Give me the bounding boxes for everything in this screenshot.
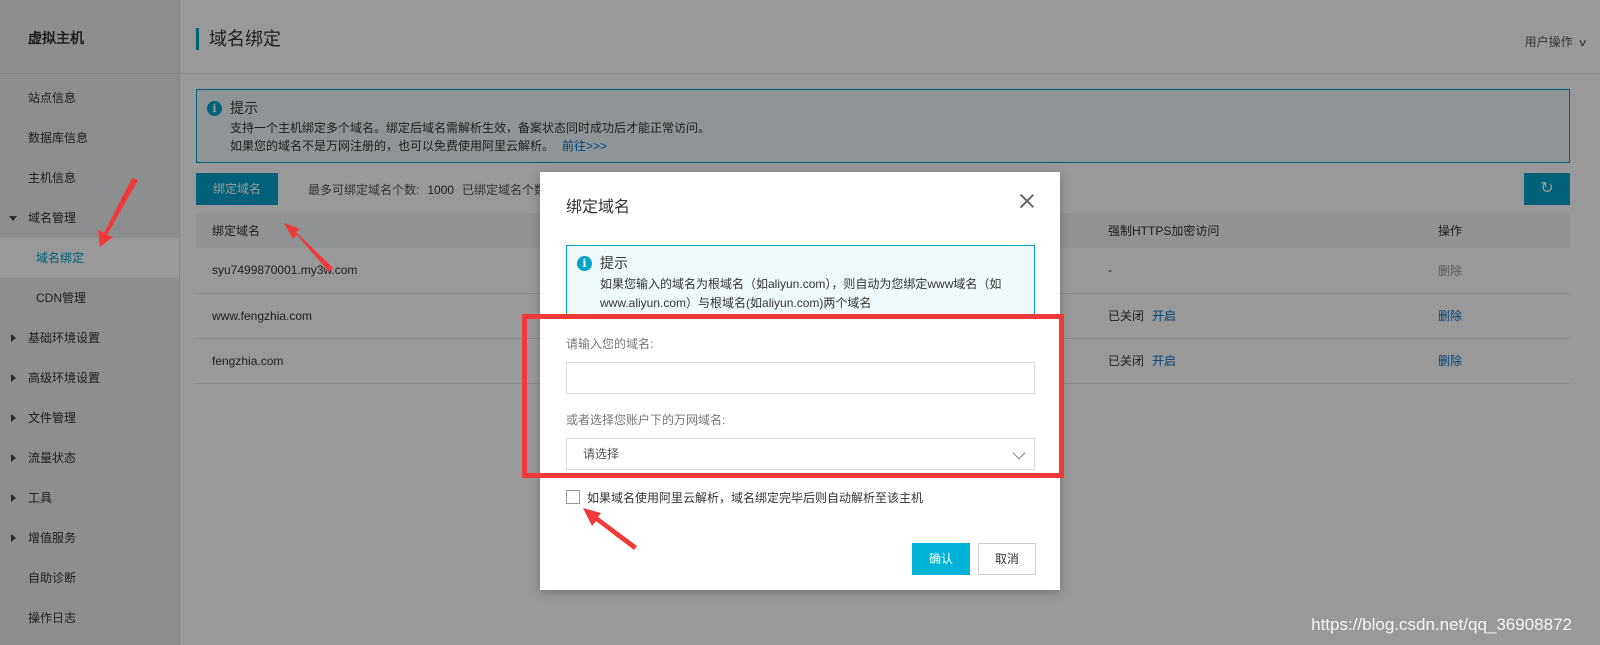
auto-resolve-label: 如果域名使用阿里云解析，域名绑定完毕后则自动解析至该主机 bbox=[587, 490, 924, 505]
info-icon: i bbox=[577, 255, 592, 271]
auto-resolve-row: 如果域名使用阿里云解析，域名绑定完毕后则自动解析至该主机 bbox=[566, 489, 923, 505]
dialog-title: 绑定域名 bbox=[566, 199, 631, 216]
dialog-tip-line-2: www.aliyun.com）与根域名(如aliyun.com)两个域名 bbox=[600, 296, 872, 310]
cancel-button[interactable]: 取消 bbox=[978, 543, 1036, 575]
watermark: https://blog.csdn.net/qq_36908872 bbox=[1311, 615, 1572, 634]
dialog-tip-title: 提示 bbox=[600, 255, 628, 271]
dialog-tip-header: i 提示 bbox=[577, 253, 1024, 273]
confirm-button[interactable]: 确认 bbox=[912, 543, 970, 575]
close-icon[interactable] bbox=[1018, 192, 1036, 210]
auto-resolve-checkbox[interactable] bbox=[566, 490, 580, 504]
dialog-tip-box: i 提示 如果您输入的域名为根域名（如aliyun.com），则自动为您绑定ww… bbox=[566, 245, 1035, 317]
dialog-tip-line-1: 如果您输入的域名为根域名（如aliyun.com），则自动为您绑定www域名（如 bbox=[600, 277, 1002, 291]
highlight-box bbox=[522, 314, 1064, 478]
